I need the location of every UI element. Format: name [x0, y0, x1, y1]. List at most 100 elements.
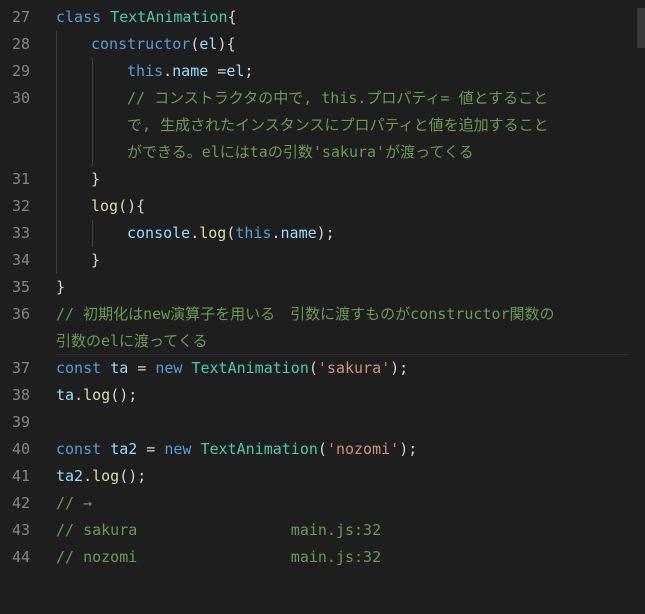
indent-guide [56, 193, 57, 220]
code-comment[interactable]: // → [56, 490, 92, 517]
code-line: 36 // 初期化はnew演算子を用いる 引数に渡すものがconstructor… [0, 301, 635, 328]
indent-guide [56, 139, 57, 166]
token-punct: } [91, 251, 101, 269]
line-number: 32 [11, 197, 30, 215]
line-number: 31 [11, 170, 30, 188]
line-content[interactable]: const ta2 = new TextAnimation('nozomi'); [56, 436, 417, 463]
indent-guide [56, 85, 57, 112]
token-variable: ta [56, 386, 75, 404]
code-line-wrap-active: 引数のelに渡ってくる [0, 328, 635, 355]
line-number: 28 [11, 35, 30, 53]
code-line: 44 // nozomi main.js:32 [0, 544, 635, 571]
token-param: el [199, 35, 218, 53]
token-keyword: this [235, 224, 272, 242]
line-content[interactable]: } [91, 166, 100, 193]
token-punct: } [56, 278, 66, 296]
token-punct: ); [399, 440, 418, 458]
token-punct: ( [308, 359, 318, 377]
line-number: 42 [11, 494, 30, 512]
token-punct: } [91, 170, 101, 188]
code-comment[interactable]: // コンストラクタの中で, this.プロパティ= 値とすること [127, 85, 548, 112]
code-line: 30 // コンストラクタの中で, this.プロパティ= 値とすること [0, 85, 635, 112]
token-punct: ( [317, 440, 327, 458]
line-content[interactable]: this.name =el; [127, 58, 253, 85]
code-line: 33 console.log(this.name); [0, 220, 635, 247]
token-variable: ta [110, 359, 129, 377]
token-punct: (); [110, 386, 138, 404]
token-keyword: this [127, 62, 164, 80]
indent-guide [92, 85, 93, 112]
scrollbar-thumb[interactable] [637, 8, 645, 48]
code-line-wrap: ができる。elにはtaの引数'sakura'が渡ってくる [0, 139, 635, 166]
code-comment[interactable]: で, 生成されたインスタンスにプロパティと値を追加すること [127, 112, 549, 139]
line-content[interactable]: class TextAnimation{ [56, 4, 237, 31]
token-string: 'nozomi' [326, 440, 400, 458]
line-content[interactable]: ta2.log(); [56, 463, 146, 490]
token-class-name: TextAnimation [200, 440, 318, 458]
token-keyword: const [56, 359, 102, 377]
token-punct: ); [316, 224, 335, 242]
line-content[interactable]: log(){ [91, 193, 145, 220]
line-content[interactable]: const ta = new TextAnimation('sakura'); [56, 355, 408, 382]
token-class-name: TextAnimation [110, 8, 228, 26]
line-number: 43 [11, 521, 30, 539]
indent-guide [92, 112, 93, 139]
code-comment[interactable]: // 初期化はnew演算子を用いる 引数に渡すものがconstructor関数の [56, 301, 555, 328]
token-method: log [92, 467, 120, 485]
indent-guide [56, 58, 57, 85]
token-class-name: TextAnimation [191, 359, 309, 377]
line-content[interactable]: constructor(el){ [91, 31, 236, 58]
line-number: 35 [11, 278, 30, 296]
code-line: 32 log(){ [0, 193, 635, 220]
token-keyword: new [164, 440, 192, 458]
line-number: 30 [11, 89, 30, 107]
line-number: 36 [11, 305, 30, 323]
code-editor[interactable]: 27 class TextAnimation{ 28 constructor(e… [0, 0, 645, 614]
token-variable: console [127, 224, 191, 242]
token-operator: = [137, 440, 165, 458]
code-line: 37 const ta = new TextAnimation('sakura'… [0, 355, 635, 382]
code-line: 39 [0, 409, 635, 436]
token-method: log [83, 386, 111, 404]
code-line: 38 ta.log(); [0, 382, 635, 409]
token-keyword: const [56, 440, 102, 458]
token-operator: = [208, 62, 227, 80]
code-comment[interactable]: ができる。elにはtaの引数'sakura'が渡ってくる [127, 139, 474, 166]
token-function: log [199, 224, 227, 242]
code-lines: 27 class TextAnimation{ 28 constructor(e… [0, 4, 635, 571]
token-variable: ta2 [56, 467, 84, 485]
token-keyword: new [155, 359, 183, 377]
line-content[interactable]: console.log(this.name); [127, 220, 335, 247]
line-number: 44 [11, 548, 30, 566]
token-string: 'sakura' [317, 359, 391, 377]
token-method: log [91, 197, 119, 215]
token-punct: ){ [217, 35, 236, 53]
code-line-wrap: で, 生成されたインスタンスにプロパティと値を追加すること [0, 112, 635, 139]
code-comment[interactable]: // sakura main.js:32 [56, 517, 381, 544]
line-content[interactable]: ta.log(); [56, 382, 137, 409]
code-line: 41 ta2.log(); [0, 463, 635, 490]
code-comment[interactable]: // nozomi main.js:32 [56, 544, 381, 571]
line-number: 41 [11, 467, 30, 485]
code-comment[interactable]: 引数のelに渡ってくる [56, 328, 208, 355]
token-operator: = [128, 359, 156, 377]
token-punct: (){ [118, 197, 146, 215]
token-punct: . [83, 467, 93, 485]
line-number: 27 [11, 8, 30, 26]
indent-guide [92, 220, 93, 247]
token-variable: el [226, 62, 245, 80]
code-line: 35 } [0, 274, 635, 301]
code-line: 31 } [0, 166, 635, 193]
token-punct: . [190, 224, 200, 242]
code-line: 28 constructor(el){ [0, 31, 635, 58]
code-line: 42 // → [0, 490, 635, 517]
line-content[interactable]: } [91, 247, 100, 274]
token-punct: ; [244, 62, 254, 80]
line-content[interactable]: } [56, 274, 65, 301]
code-line: 34 } [0, 247, 635, 274]
code-line: 27 class TextAnimation{ [0, 4, 635, 31]
token-punct: ); [390, 359, 409, 377]
line-number: 33 [11, 224, 30, 242]
